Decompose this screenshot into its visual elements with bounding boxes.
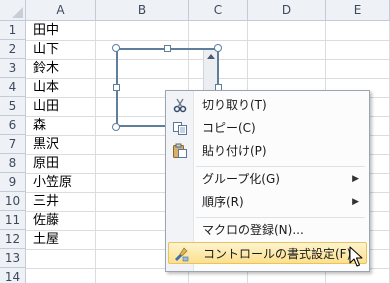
menu-separator [196,217,365,218]
select-all-corner[interactable] [0,0,26,21]
cell-a2[interactable]: 山下 [33,40,59,59]
row-header[interactable]: 12 [0,230,26,249]
resize-handle[interactable] [112,123,120,131]
cell-a3[interactable]: 鈴木 [33,59,59,78]
format-control-icon [173,246,189,262]
row-header[interactable]: 8 [0,154,26,173]
paste-icon [172,143,188,159]
menu-item-group[interactable]: グループ化(G) ▶ [168,168,367,190]
row-header[interactable]: 7 [0,135,26,154]
cell-a7[interactable]: 黒沢 [33,135,59,154]
row-header[interactable]: 4 [0,78,26,97]
gridline [95,21,96,283]
menu-item-assign-macro[interactable]: マクロの登録(N)... [168,219,367,241]
row-header[interactable]: 3 [0,59,26,78]
row-header[interactable]: 2 [0,40,26,59]
menu-item-cut[interactable]: 切り取り(T) [168,94,367,116]
chevron-right-icon: ▶ [352,174,359,184]
chevron-right-icon: ▶ [352,197,359,207]
menu-item-copy-label: コピー(C) [202,121,256,135]
menu-item-cut-label: 切り取り(T) [202,98,267,112]
copy-icon [172,120,188,136]
menu-item-order[interactable]: 順序(R) ▶ [168,191,367,213]
scroll-up-arrow-icon[interactable] [207,54,215,59]
cell-a4[interactable]: 山本 [33,78,59,97]
column-header-a[interactable]: A [26,0,96,21]
row-header[interactable]: 5 [0,97,26,116]
menu-separator [196,166,365,167]
row-header[interactable]: 11 [0,211,26,230]
mouse-pointer-icon [349,246,363,267]
menu-item-format-control[interactable]: コントロールの書式設定(F)... [168,242,367,264]
cell-a5[interactable]: 山田 [33,97,59,116]
cell-a12[interactable]: 土屋 [33,230,59,249]
select-all-triangle-icon [12,7,23,18]
resize-handle[interactable] [214,44,222,52]
column-header-b[interactable]: B [96,0,189,21]
resize-handle[interactable] [113,84,120,91]
row-header[interactable]: 13 [0,249,26,268]
scissors-icon [172,97,188,113]
column-header-e[interactable]: E [326,0,390,21]
row-header[interactable]: 14 [0,268,26,283]
spreadsheet: A B C D E 1 2 3 4 5 6 7 8 9 10 11 12 13 … [0,0,390,283]
column-header-d[interactable]: D [248,0,326,21]
menu-item-assign-macro-label: マクロの登録(N)... [202,223,304,237]
menu-item-order-label: 順序(R) [202,195,244,209]
cell-a6[interactable]: 森 [33,116,46,135]
cell-a9[interactable]: 小笠原 [33,173,72,192]
row-header[interactable]: 1 [0,21,26,40]
resize-handle[interactable] [112,44,120,52]
row-header[interactable]: 6 [0,116,26,135]
context-menu: 切り取り(T) コピー(C) 貼り付け(P) グループ化(G) ▶ 順序(R) … [165,90,370,272]
column-header-c[interactable]: C [189,0,248,21]
menu-item-format-control-label: コントロールの書式設定(F)... [203,247,363,261]
row-header[interactable]: 9 [0,173,26,192]
resize-handle[interactable] [164,45,171,52]
cell-a10[interactable]: 三井 [33,192,59,211]
cell-a1[interactable]: 田中 [33,21,59,40]
cell-a8[interactable]: 原田 [33,154,59,173]
menu-item-paste-label: 貼り付け(P) [202,144,267,158]
menu-item-copy[interactable]: コピー(C) [168,117,367,139]
menu-item-group-label: グループ化(G) [202,172,280,186]
row-header[interactable]: 10 [0,192,26,211]
gridline [26,40,390,41]
menu-item-paste[interactable]: 貼り付け(P) [168,140,367,162]
cell-a11[interactable]: 佐藤 [33,211,59,230]
